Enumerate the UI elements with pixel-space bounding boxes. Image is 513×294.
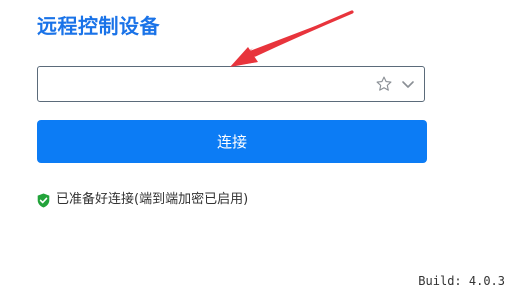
star-icon[interactable] — [375, 75, 393, 93]
shield-check-icon — [37, 193, 50, 207]
status-text: 已准备好连接(端到端加密已启用) — [56, 192, 249, 207]
remote-id-input-box[interactable] — [37, 66, 425, 102]
connection-status: 已准备好连接(端到端加密已启用) — [37, 191, 248, 209]
chevron-down-icon[interactable] — [400, 76, 416, 92]
build-version: Build: 4.0.3 — [418, 274, 505, 288]
page-title: 远程控制设备 — [37, 14, 160, 38]
connect-button[interactable]: 连接 — [37, 120, 427, 163]
remote-id-input[interactable] — [46, 73, 356, 95]
